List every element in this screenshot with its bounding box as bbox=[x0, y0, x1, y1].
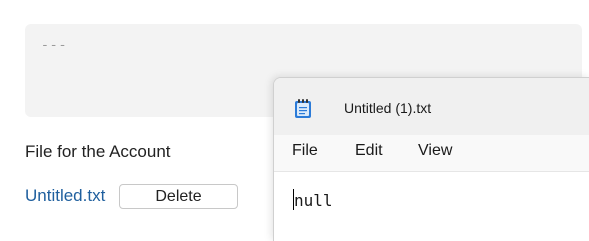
notepad-editor-text: null bbox=[294, 191, 333, 210]
notepad-tab[interactable]: Untitled (1).txt bbox=[274, 78, 589, 135]
notepad-tab-title: Untitled (1).txt bbox=[344, 100, 432, 116]
text-display-content: --- bbox=[41, 38, 68, 53]
notepad-icon bbox=[294, 98, 312, 118]
file-section-label: File for the Account bbox=[25, 142, 171, 161]
notepad-window[interactable]: Untitled (1).txt File Edit View null bbox=[273, 77, 589, 241]
account-form-page: --- File for the Account Untitled.txt De… bbox=[0, 0, 589, 241]
menu-view[interactable]: View bbox=[418, 142, 452, 160]
menu-file[interactable]: File bbox=[292, 142, 318, 160]
delete-button[interactable]: Delete bbox=[119, 184, 238, 209]
text-caret bbox=[293, 189, 294, 210]
menu-edit[interactable]: Edit bbox=[355, 142, 383, 160]
file-link[interactable]: Untitled.txt bbox=[25, 186, 105, 206]
